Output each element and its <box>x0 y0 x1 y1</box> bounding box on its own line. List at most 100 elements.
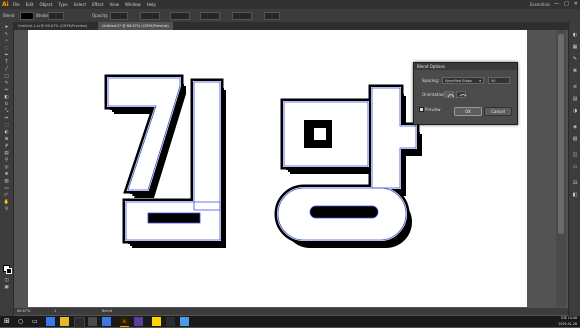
app-logo: Ai <box>2 1 9 8</box>
paintbrush-tool-icon[interactable]: ✎ <box>3 81 10 86</box>
menu-select[interactable]: Select <box>74 0 86 9</box>
tab-document-1[interactable]: Untitled-1.ai @ 66.67% (CMYK/Preview) <box>14 22 91 30</box>
shape-builder-tool-icon[interactable]: ◐ <box>3 130 10 135</box>
windows-start-icon[interactable]: ⊞ <box>4 317 13 326</box>
search-icon[interactable]: ○ <box>18 317 27 326</box>
chevron-down-icon: ▾ <box>479 79 481 83</box>
align-to-path-icon[interactable] <box>456 91 467 98</box>
ok-button[interactable]: OK <box>454 107 482 116</box>
browser-icon[interactable] <box>46 317 55 326</box>
rotate-tool-icon[interactable]: ↻ <box>3 102 10 107</box>
blend-tool-icon[interactable]: ◎ <box>3 165 10 170</box>
page-number[interactable]: 1 <box>54 308 56 315</box>
y-field[interactable] <box>170 12 190 20</box>
menu-edit[interactable]: Edit <box>26 0 34 9</box>
stroke-panel-icon[interactable]: ≡ <box>572 84 578 90</box>
artboard-tool-icon[interactable]: ▭ <box>3 186 10 191</box>
magic-wand-tool-icon[interactable]: ✧ <box>3 39 10 44</box>
height-field[interactable] <box>232 12 252 20</box>
transparency-panel-icon[interactable]: ◑ <box>572 108 578 114</box>
task-view-icon[interactable]: ▭ <box>32 317 41 326</box>
transform-field[interactable] <box>264 12 280 20</box>
steps-input-value: 50 <box>491 79 496 83</box>
menu-view[interactable]: View <box>110 0 120 9</box>
color-panel-icon[interactable]: ◐ <box>572 32 578 38</box>
app-icon-2[interactable] <box>88 317 97 326</box>
layers-panel-icon[interactable]: ◫ <box>572 152 578 158</box>
width-field[interactable] <box>200 12 220 20</box>
spacing-select[interactable]: Specified Steps ▾ <box>442 77 484 84</box>
tools-panel: ➤ ↖ ✧ ◌ ✒ T ╱ □ ✎ ✏ ◧ ↻ ⤡ ⇔ ⬚ ◐ ⊞ # ▤ ⚲ … <box>0 22 14 316</box>
document-tabs: Untitled-1.ai @ 66.67% (CMYK/Preview) Un… <box>14 22 580 30</box>
eraser-tool-icon[interactable]: ◧ <box>3 95 10 100</box>
system-clock[interactable]: 오후 10:46 2019-01-26 <box>547 316 577 327</box>
direct-selection-tool-icon[interactable]: ↖ <box>3 32 10 37</box>
graph-tool-icon[interactable]: ▥ <box>3 179 10 184</box>
preview-checkbox[interactable] <box>419 107 424 112</box>
menu-help[interactable]: Help <box>147 0 156 9</box>
align-to-page-icon[interactable] <box>444 91 455 98</box>
app-icon[interactable] <box>74 317 85 328</box>
symbols-panel-icon[interactable]: ❋ <box>572 68 578 74</box>
blend-options-dialog: Blend Options Spacing: Specified Steps ▾… <box>413 62 518 125</box>
status-bar: 66.67% 1 Blend <box>14 308 568 315</box>
pathfinder-panel-icon[interactable]: ◧ <box>572 192 578 198</box>
align-panel-icon[interactable]: ⊟ <box>572 180 578 186</box>
width-tool-icon[interactable]: ⇔ <box>3 116 10 121</box>
app-icon-7[interactable] <box>180 317 189 326</box>
file-explorer-icon[interactable] <box>60 317 69 326</box>
steps-input[interactable]: 50 <box>488 77 510 84</box>
free-transform-tool-icon[interactable]: ⬚ <box>3 123 10 128</box>
dialog-title: Blend Options <box>414 63 517 70</box>
vertical-scrollbar-thumb[interactable] <box>558 34 564 234</box>
zoom-level[interactable]: 66.67% <box>17 308 30 315</box>
menu-object[interactable]: Object <box>39 0 52 9</box>
screen-mode-icon[interactable]: ▣ <box>3 285 10 290</box>
brushes-panel-icon[interactable]: ✎ <box>572 56 578 62</box>
drawing-mode-icon[interactable]: ◫ <box>3 278 10 283</box>
menu-effect[interactable]: Effect <box>92 0 104 9</box>
cancel-button[interactable]: Cancel <box>484 107 512 116</box>
mesh-tool-icon[interactable]: # <box>3 144 10 149</box>
gradient-tool-icon[interactable]: ▤ <box>3 151 10 156</box>
panel-dock: ◐ ▦ ✎ ❋ ≡ ▤ ◑ ◈ ▧ ◫ ▭ ⊟ ◧ <box>568 22 580 316</box>
opacity-field[interactable] <box>110 12 128 20</box>
zoom-tool-icon[interactable]: ⚲ <box>3 207 10 212</box>
orientation-label: Orientation: <box>422 92 446 97</box>
stroke-weight-field[interactable] <box>48 12 64 20</box>
menu-type[interactable]: Type <box>58 0 67 9</box>
tab-document-2[interactable]: Untitled-2* @ 66.67% (CMYK/Preview) <box>98 22 173 30</box>
line-tool-icon[interactable]: ╱ <box>3 67 10 72</box>
app-icon-5[interactable] <box>152 317 161 326</box>
eyedropper-tool-icon[interactable]: ⚲ <box>3 158 10 163</box>
fill-swatch[interactable] <box>20 12 34 20</box>
hand-tool-icon[interactable]: ✋ <box>3 200 10 205</box>
swatches-panel-icon[interactable]: ▦ <box>572 44 578 50</box>
minimize-button[interactable]: — <box>554 0 559 9</box>
rectangle-tool-icon[interactable]: □ <box>3 74 10 79</box>
maximize-button[interactable]: □ <box>564 0 569 9</box>
pen-tool-icon[interactable]: ✒ <box>3 53 10 58</box>
artboards-panel-icon[interactable]: ▭ <box>572 164 578 170</box>
pencil-tool-icon[interactable]: ✏ <box>3 88 10 93</box>
gradient-panel-icon[interactable]: ▤ <box>572 96 578 102</box>
slice-tool-icon[interactable]: ◸ <box>3 193 10 198</box>
type-tool-icon[interactable]: T <box>3 60 10 65</box>
graphic-styles-panel-icon[interactable]: ▧ <box>572 136 578 142</box>
perspective-grid-tool-icon[interactable]: ⊞ <box>3 137 10 142</box>
scale-tool-icon[interactable]: ⤡ <box>3 109 10 114</box>
app-icon-6[interactable] <box>166 317 175 326</box>
x-field[interactable] <box>140 12 160 20</box>
illustrator-taskbar-icon[interactable]: Ai <box>120 317 129 327</box>
workspace-switcher[interactable]: Essentials <box>530 0 550 9</box>
appearance-panel-icon[interactable]: ◈ <box>572 124 578 130</box>
menu-window[interactable]: Window <box>125 0 141 9</box>
lasso-tool-icon[interactable]: ◌ <box>3 46 10 51</box>
app-icon-3[interactable] <box>102 317 111 326</box>
app-icon-4[interactable] <box>134 317 143 326</box>
symbol-sprayer-tool-icon[interactable]: ❋ <box>3 172 10 177</box>
selection-tool-icon[interactable]: ➤ <box>3 25 10 30</box>
close-button[interactable]: ✕ <box>574 0 578 9</box>
stroke-color-icon[interactable] <box>6 268 12 274</box>
menu-file[interactable]: File <box>13 0 20 9</box>
